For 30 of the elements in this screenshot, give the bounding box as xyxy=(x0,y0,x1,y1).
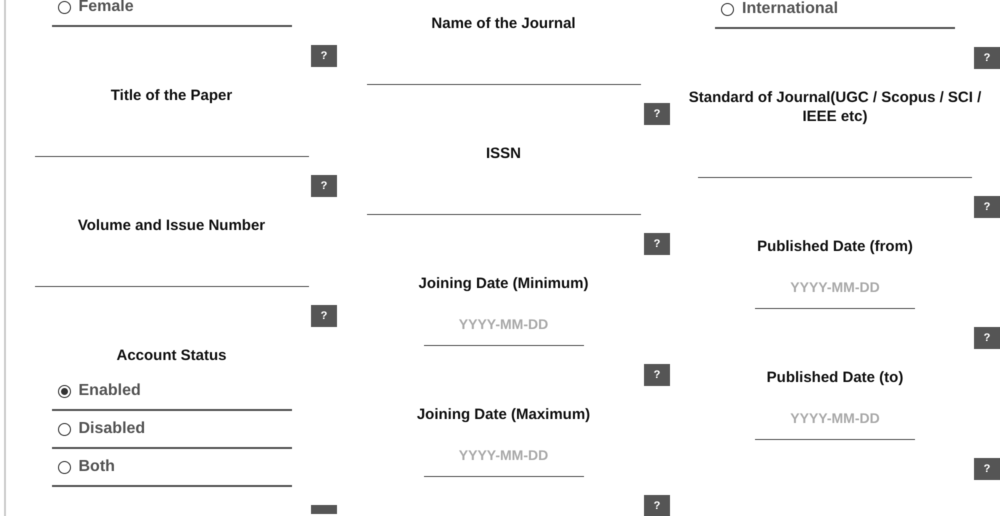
date-field[interactable]: YYYY-MM-DD xyxy=(424,303,584,346)
help-button[interactable]: ? xyxy=(644,233,670,255)
group-label: Account Status xyxy=(115,346,228,365)
radio-option[interactable]: International xyxy=(715,0,955,29)
radio-option[interactable]: Both xyxy=(52,449,292,487)
field-label: Volume and Issue Number xyxy=(76,216,266,235)
radio-option[interactable]: Enabled xyxy=(52,373,292,411)
field-label: Title of the Paper xyxy=(110,86,234,105)
help-button[interactable]: ? xyxy=(644,103,670,125)
help-button[interactable]: ? xyxy=(311,45,337,67)
field-label: Published Date (to) xyxy=(766,368,904,387)
field-label: Standard of Journal(UGC / Scopus / SCI / IEEE etc) xyxy=(688,88,982,126)
help-button[interactable]: ? xyxy=(974,196,1000,218)
help-button[interactable]: ? xyxy=(974,458,1000,480)
field-label: Joining Date (Minimum) xyxy=(418,274,590,293)
date-field[interactable]: YYYY-MM-DD xyxy=(424,434,584,477)
field-label: Name of the Journal xyxy=(430,14,577,33)
help-button[interactable]: ? xyxy=(311,305,337,327)
help-button[interactable]: ? xyxy=(311,175,337,197)
field-label: Published Date (from) xyxy=(756,237,914,256)
radio-option[interactable]: Disabled xyxy=(52,411,292,449)
help-button[interactable]: ? xyxy=(644,495,670,516)
field-label: Joining Date (Maximum) xyxy=(416,405,592,424)
help-button[interactable]: ? xyxy=(974,327,1000,349)
field-label: ISSN xyxy=(484,144,522,163)
date-field[interactable]: YYYY-MM-DD xyxy=(755,397,915,440)
date-field[interactable]: YYYY-MM-DD xyxy=(755,266,915,309)
help-button[interactable]: ? xyxy=(644,364,670,386)
help-button[interactable]: ? xyxy=(974,47,1000,69)
help-button[interactable] xyxy=(311,505,337,514)
